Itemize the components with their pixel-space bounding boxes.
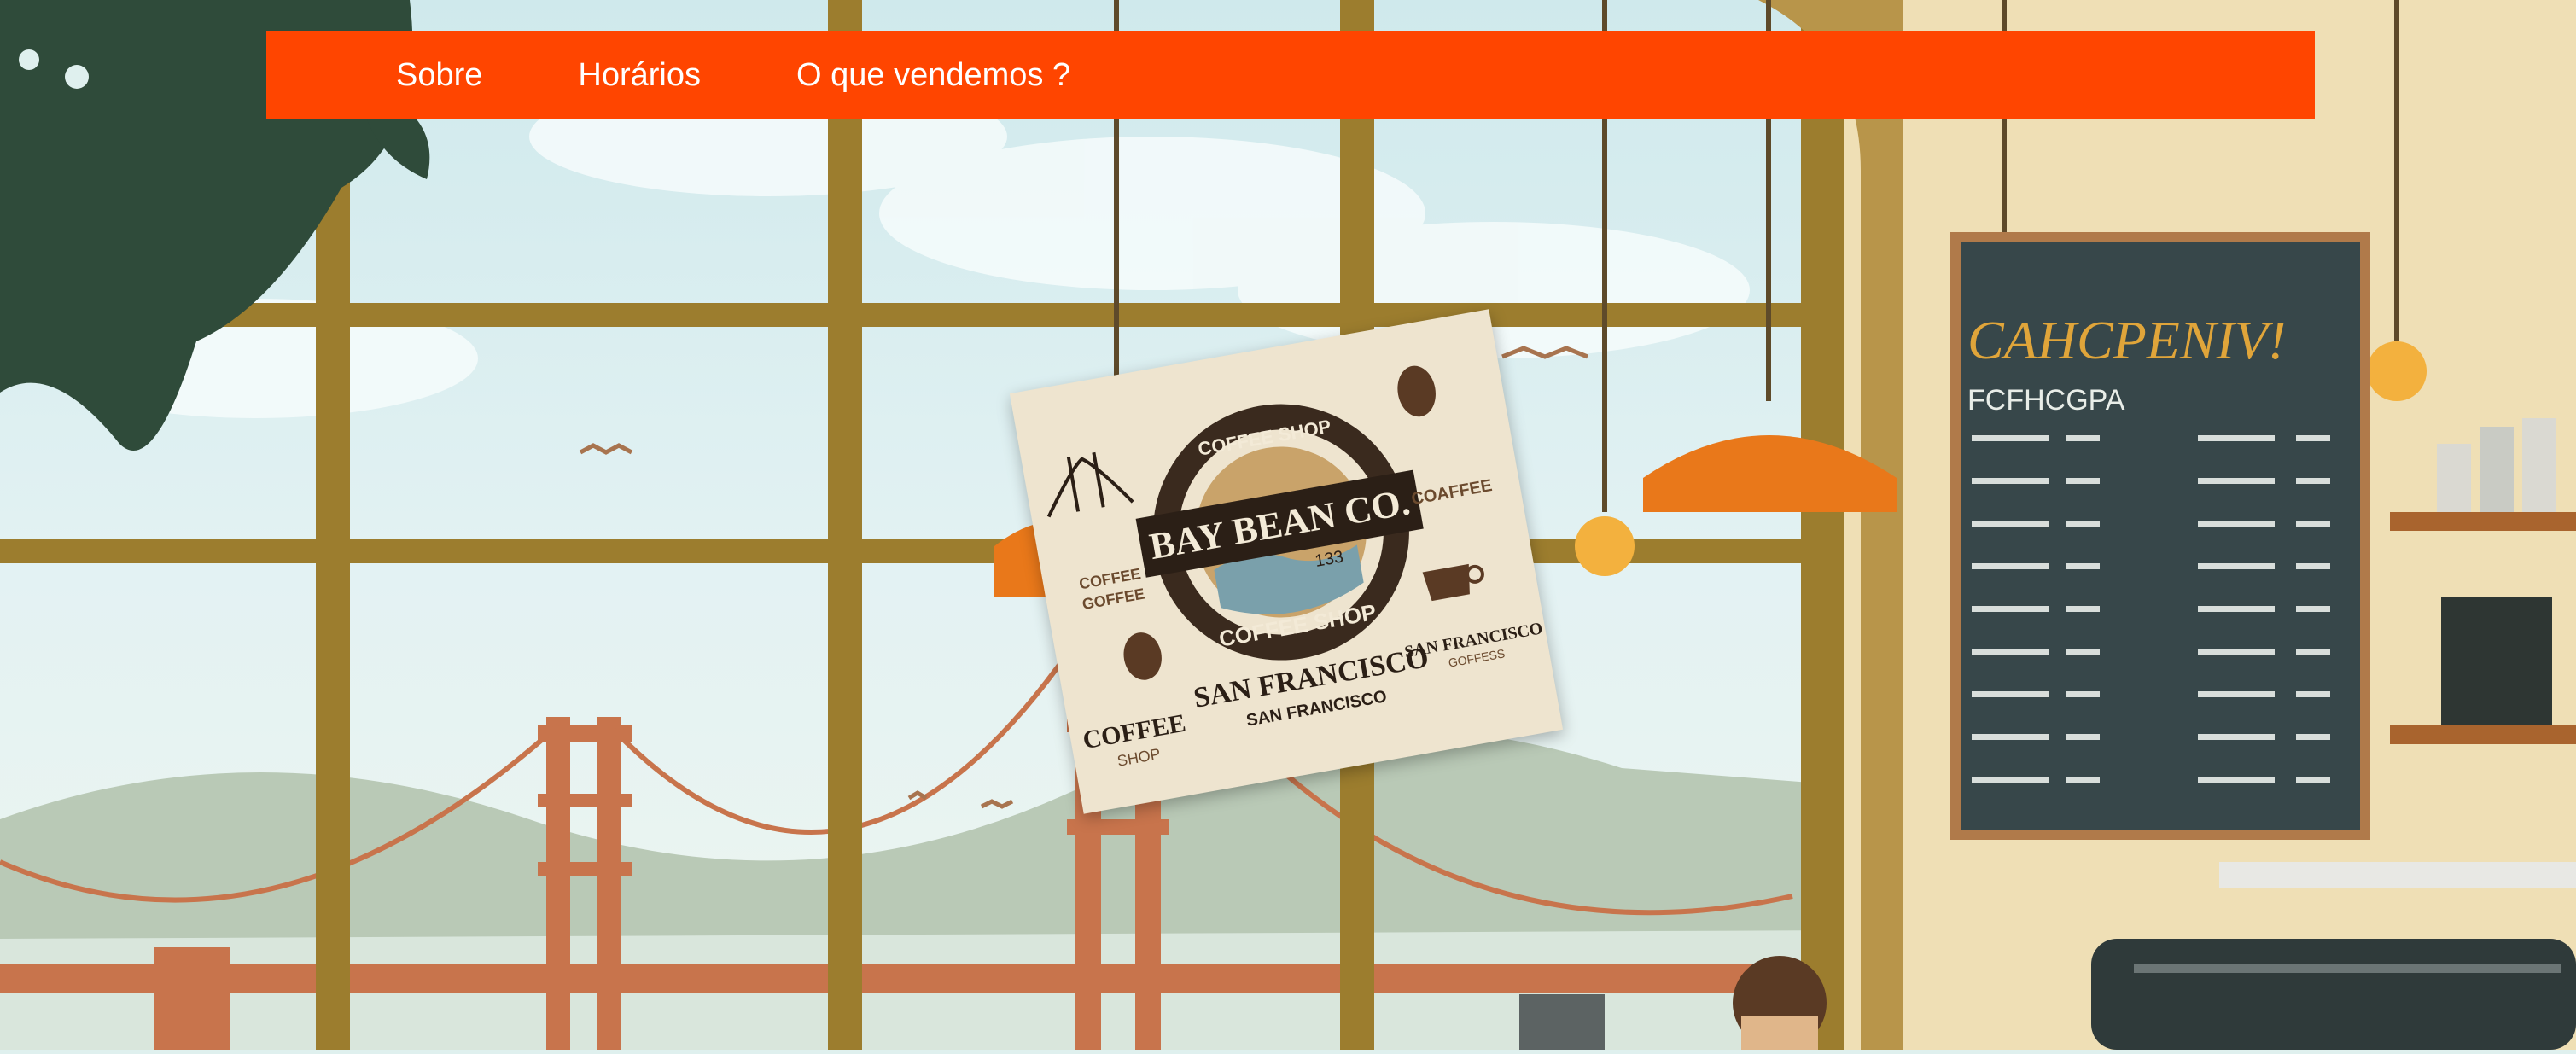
logo-bottom-left-2: SHOP bbox=[1116, 745, 1162, 770]
chalkboard-subtitle: FCFHCGPA bbox=[1967, 384, 2125, 416]
main-navbar: Sobre Horários O que vendemos ? bbox=[266, 31, 2315, 119]
bridge-icon bbox=[1046, 451, 1134, 518]
logo-bottom-left-1: COFFEE bbox=[1081, 709, 1188, 755]
bay-bean-logo: BAY BEAN CO. COFFEE SHOP COFFEE SHOP 133… bbox=[1046, 365, 1544, 770]
coffee-cup-icon bbox=[1422, 563, 1484, 602]
barista bbox=[1733, 956, 1827, 1050]
menu-chalkboard: CAHCPENIV! FCFHCGPA bbox=[1950, 232, 2370, 840]
chalkboard-title: CAHCPENIV! bbox=[1967, 310, 2286, 370]
nav-link-o-que-vendemos[interactable]: O que vendemos ? bbox=[796, 59, 1070, 91]
nav-link-horarios[interactable]: Horários bbox=[578, 59, 701, 91]
coffee-bean-icon-2 bbox=[1123, 632, 1162, 680]
coffee-grinder bbox=[1519, 994, 1605, 1050]
bay-bean-logo-card: BAY BEAN CO. COFFEE SHOP COFFEE SHOP 133… bbox=[1009, 309, 1564, 814]
coffee-bean-icon bbox=[1397, 365, 1436, 417]
logo-right-text-1: COAFFEE bbox=[1410, 476, 1494, 509]
nav-link-sobre[interactable]: Sobre bbox=[396, 59, 482, 91]
